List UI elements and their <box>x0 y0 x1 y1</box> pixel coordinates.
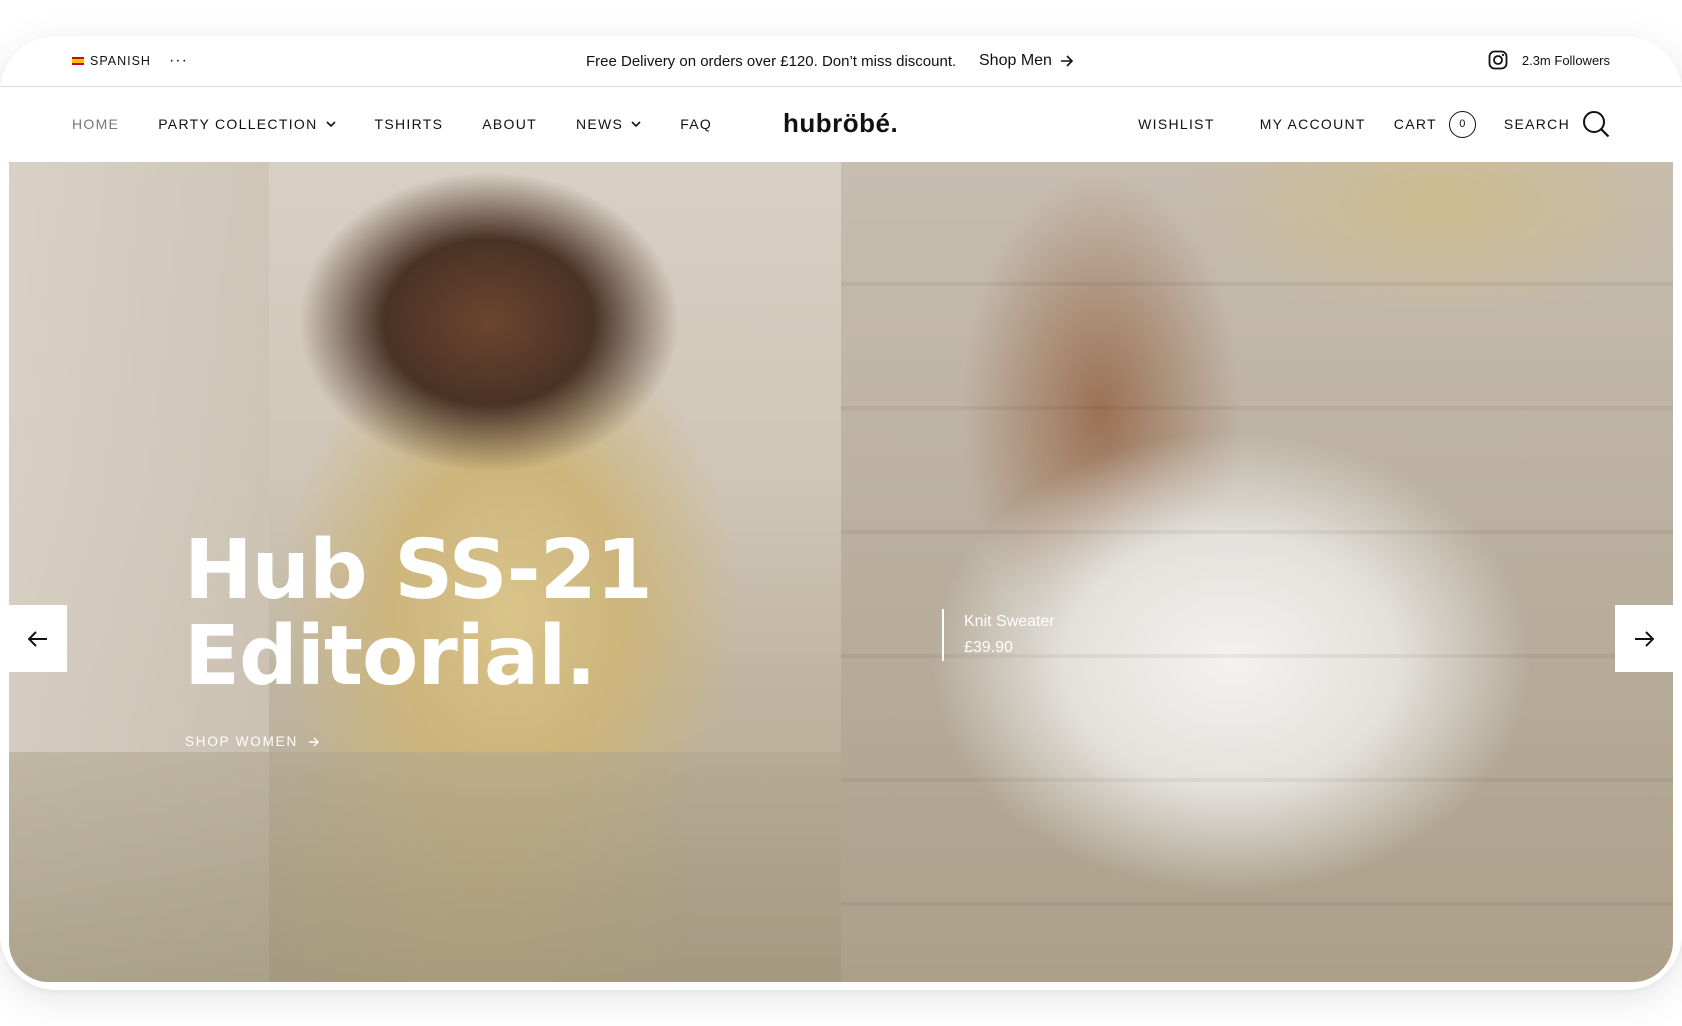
wishlist-link[interactable]: WISHLIST <box>1138 116 1215 132</box>
cart-link[interactable]: CART 0 <box>1393 110 1476 138</box>
arrow-right-icon <box>1060 55 1074 67</box>
shop-women-link[interactable]: SHOP WOMEN <box>185 734 320 749</box>
nav-item-label: TSHIRTS <box>374 116 444 132</box>
spain-flag-icon <box>72 57 84 65</box>
nav-item-about[interactable]: ABOUT <box>482 116 537 132</box>
arrow-right-icon <box>1635 630 1654 647</box>
search-icon[interactable] <box>1582 110 1610 138</box>
main-nav: HOME PARTY COLLECTION TSHIRTS ABOUT NEWS… <box>0 88 1682 162</box>
instagram-icon[interactable] <box>1488 50 1508 70</box>
nav-item-home[interactable]: HOME <box>72 116 119 132</box>
nav-item-label: NEWS <box>575 116 624 132</box>
top-bar: SPANISH ··· Free Delivery on orders over… <box>0 36 1682 87</box>
search-label: SEARCH <box>1503 116 1570 132</box>
nav-item-label: PARTY COLLECTION <box>158 116 318 132</box>
shop-men-link[interactable]: Shop Men <box>979 52 1074 70</box>
language-label: SPANISH <box>90 54 151 68</box>
product-name: Knit Sweater <box>964 613 1055 630</box>
slider-prev-button[interactable] <box>9 605 67 672</box>
more-options-icon[interactable]: ··· <box>169 53 188 69</box>
headline-line-1: Hub SS-21 <box>184 523 653 618</box>
hero-slider: Hub SS-21 Editorial. SHOP WOMEN Knit Swe… <box>9 162 1673 982</box>
site-logo[interactable]: hubröbé. <box>783 108 898 139</box>
product-hotspot[interactable]: Knit Sweater £39.90 <box>942 609 1055 661</box>
hero-image-sneaker <box>841 162 1673 982</box>
nav-item-tshirts[interactable]: TSHIRTS <box>375 116 444 132</box>
nav-item-party-collection[interactable]: PARTY COLLECTION <box>158 116 336 132</box>
nav-item-label: HOME <box>72 116 120 132</box>
nav-item-news[interactable]: NEWS <box>576 116 641 132</box>
arrow-right-icon <box>309 737 320 746</box>
nav-actions: WISHLIST MY ACCOUNT CART 0 SEARCH <box>1138 110 1610 138</box>
chevron-down-icon <box>325 120 336 127</box>
search-link[interactable]: SEARCH <box>1504 110 1610 138</box>
nav-item-label: ABOUT <box>482 116 537 132</box>
social-followers[interactable]: 2.3m Followers <box>1488 50 1610 70</box>
arrow-left-icon <box>28 630 47 647</box>
shop-men-label: Shop Men <box>979 52 1052 69</box>
chevron-down-icon <box>631 120 641 127</box>
wishlist-label: WISHLIST <box>1138 116 1215 132</box>
nav-menu: HOME PARTY COLLECTION TSHIRTS ABOUT NEWS… <box>72 116 712 132</box>
nav-item-faq[interactable]: FAQ <box>680 116 712 132</box>
hero-headline: Hub SS-21 Editorial. <box>184 523 653 704</box>
shop-women-label: SHOP WOMEN <box>185 734 299 749</box>
product-price: £39.90 <box>964 639 1013 656</box>
language-selector[interactable]: SPANISH ··· <box>72 53 188 69</box>
browser-frame: SPANISH ··· Free Delivery on orders over… <box>0 36 1682 990</box>
slider-next-button[interactable] <box>1615 605 1673 672</box>
followers-count: 2.3m Followers <box>1521 52 1610 68</box>
nav-item-label: FAQ <box>680 116 713 132</box>
cart-label: CART <box>1393 116 1437 132</box>
account-label: MY ACCOUNT <box>1259 116 1366 132</box>
promo-text: Free Delivery on orders over £120. Don’t… <box>586 53 957 70</box>
my-account-link[interactable]: MY ACCOUNT <box>1260 116 1366 132</box>
headline-line-2: Editorial. <box>184 609 596 704</box>
cart-count-badge: 0 <box>1448 110 1476 138</box>
